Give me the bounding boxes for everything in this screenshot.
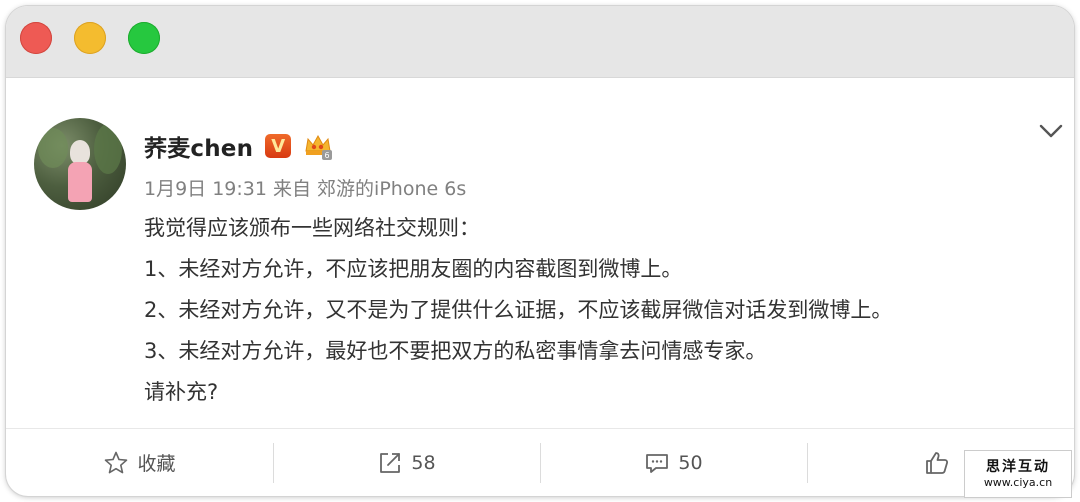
action-bar: 收藏 58 50 (6, 428, 1074, 496)
post-content: 我觉得应该颁布一些网络社交规则： 1、未经对方允许，不应该把朋友圈的内容截图到微… (144, 208, 1064, 413)
avatar-foliage (38, 128, 68, 168)
weibo-post: 荞麦chen V 6 1月9日 19:31 来自 郊游的iPhone 6s 我觉… (6, 78, 1074, 428)
post-line: 请补充? (144, 380, 219, 404)
post-line: 2、未经对方允许，又不是为了提供什么证据，不应该截屏微信对话发到微博上。 (144, 298, 893, 322)
window-titlebar (6, 6, 1074, 78)
post-line: 3、未经对方允许，最好也不要把双方的私密事情拿去问情感专家。 (144, 339, 767, 363)
repost-count: 58 (411, 451, 436, 474)
repost-button[interactable]: 58 (273, 429, 540, 496)
crown-member-icon[interactable]: 6 (303, 131, 333, 161)
thumbs-up-icon (924, 450, 950, 476)
favorite-label: 收藏 (137, 453, 176, 475)
share-icon (377, 450, 403, 476)
comment-button[interactable]: 50 (540, 429, 807, 496)
avatar-foliage (94, 124, 122, 174)
site-watermark: 思洋互动 www.ciya.cn (964, 450, 1072, 498)
chevron-down-icon[interactable] (1036, 116, 1066, 146)
verified-v-icon[interactable]: V (265, 134, 292, 158)
avatar-figure-head (70, 140, 90, 164)
author-row: 荞麦chen V 6 (144, 128, 333, 164)
svg-text:6: 6 (325, 151, 330, 160)
zoom-window-button[interactable] (128, 22, 160, 54)
post-line: 我觉得应该颁布一些网络社交规则： (144, 216, 480, 240)
post-line: 1、未经对方允许，不应该把朋友圈的内容截图到微博上。 (144, 257, 683, 281)
minimize-window-button[interactable] (74, 22, 106, 54)
comment-count: 50 (678, 451, 703, 474)
watermark-url: www.ciya.cn (983, 476, 1053, 489)
avatar-figure-body (68, 162, 92, 202)
username-link[interactable]: 荞麦chen (144, 129, 253, 163)
avatar[interactable] (34, 118, 126, 210)
comment-icon (644, 450, 670, 476)
watermark-title: 思洋互动 (986, 459, 1050, 475)
star-icon (103, 450, 129, 476)
favorite-button[interactable]: 收藏 (6, 429, 273, 496)
app-window: 荞麦chen V 6 1月9日 19:31 来自 郊游的iPhone 6s 我觉… (6, 6, 1074, 496)
post-meta: 1月9日 19:31 来自 郊游的iPhone 6s (144, 178, 467, 200)
close-window-button[interactable] (20, 22, 52, 54)
